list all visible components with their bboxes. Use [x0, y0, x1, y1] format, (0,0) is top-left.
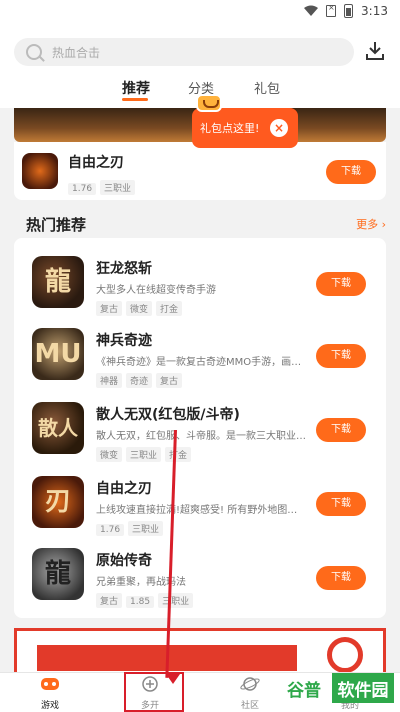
tooltip-text: 礼包点这里!	[200, 122, 260, 135]
tag: 微变	[126, 301, 153, 316]
app-desc: 散人无双，红包服、斗帝服。是一款三大职业…	[96, 431, 306, 442]
app-icon[interactable]: 龍	[32, 256, 84, 308]
tab-gift[interactable]: 礼包	[254, 78, 280, 97]
nav-community[interactable]: 社区	[220, 675, 280, 711]
app-icon-glyph: MU	[34, 339, 82, 369]
app-desc: 大型多人在线超变传奇手游	[96, 285, 216, 296]
app-name[interactable]: 狂龙怒斩	[96, 258, 152, 278]
battery-icon	[344, 4, 354, 18]
download-button[interactable]: 下载	[316, 344, 366, 368]
watermark-logo: 谷普 软件园	[276, 672, 394, 704]
tag: 神器	[96, 373, 123, 388]
tag: 打金	[165, 447, 192, 462]
top-app-download-button[interactable]: 下载	[326, 160, 376, 184]
tag: 三职业	[126, 447, 162, 462]
app-name[interactable]: 神兵奇迹	[96, 330, 152, 350]
tab-indicator	[122, 98, 148, 101]
nav-label: 社区	[240, 701, 259, 711]
top-app-tags: 1.76 三职业	[68, 176, 139, 195]
tag: 复古	[96, 593, 123, 608]
app-icon-glyph: 刃	[44, 487, 71, 517]
tag: 1.76	[68, 183, 97, 195]
tag: 微变	[96, 447, 123, 462]
gift-tooltip[interactable]: 礼包点这里! ×	[192, 102, 298, 148]
app-icon-glyph: 龍	[44, 267, 71, 297]
ad-logo	[327, 637, 363, 673]
download-button[interactable]: 下载	[316, 272, 366, 296]
annotation-highlight-box	[124, 672, 184, 712]
nav-label: 游戏	[40, 701, 59, 711]
app-tags: 复古 微变 打金	[96, 297, 186, 316]
search-placeholder: 热血合击	[52, 45, 101, 60]
search-input[interactable]: 热血合击	[14, 38, 354, 66]
tag: 三职业	[128, 521, 164, 536]
download-button[interactable]: 下载	[316, 492, 366, 516]
app-desc: 上线攻速直接拉满!超爽感受! 所有野外地图…	[96, 505, 298, 516]
watermark-text-2: 软件园	[332, 673, 394, 703]
tag: 复古	[156, 373, 183, 388]
download-button[interactable]: 下载	[316, 418, 366, 442]
close-icon[interactable]: ×	[270, 119, 288, 137]
nav-games[interactable]: 游戏	[20, 675, 80, 711]
status-bar: 3:13	[0, 0, 400, 24]
app-icon[interactable]: MU	[32, 328, 84, 380]
app-desc: 兄弟重聚，再战玛法	[96, 577, 186, 588]
app-name[interactable]: 原始传奇	[96, 550, 152, 570]
app-icon[interactable]: 散人	[32, 402, 84, 454]
app-icon[interactable]: 龍	[32, 548, 84, 600]
top-app-icon[interactable]	[22, 153, 58, 189]
app-tags: 1.76 三职业	[96, 517, 167, 536]
more-link[interactable]: 更多 ›	[356, 216, 386, 232]
tag: 1.76	[96, 524, 125, 536]
download-manager-icon[interactable]	[364, 40, 386, 62]
app-tags: 微变 三职业 打金	[96, 443, 195, 462]
app-tags: 神器 奇迹 复古	[96, 369, 186, 388]
status-time: 3:13	[361, 4, 388, 18]
gift-icon	[196, 94, 222, 112]
app-icon[interactable]: 刃	[32, 476, 84, 528]
planet-icon	[240, 677, 260, 691]
status-icons: 3:13	[304, 3, 388, 18]
app-desc: 《神兵奇迹》是一款复古奇迹MMO手游，画面…	[96, 357, 306, 368]
tag: 三职业	[158, 593, 194, 608]
section-title: 热门推荐	[26, 216, 87, 234]
sim-icon	[326, 3, 337, 17]
search-icon	[26, 44, 42, 60]
app-tags: 复古 1.85 三职业	[96, 589, 197, 608]
top-app-name[interactable]: 自由之刃	[68, 152, 124, 172]
app-name[interactable]: 散人无双(红包版/斗帝)	[96, 404, 240, 424]
tag: 奇迹	[126, 373, 153, 388]
tag: 三职业	[100, 180, 136, 195]
tag: 复古	[96, 301, 123, 316]
tag: 打金	[156, 301, 183, 316]
download-button[interactable]: 下载	[316, 566, 366, 590]
ad-banner[interactable]	[14, 628, 386, 673]
app-icon-glyph: 散人	[38, 416, 78, 440]
tag: 1.85	[126, 596, 155, 608]
app-name[interactable]: 自由之刃	[96, 478, 152, 498]
app-icon-glyph: 龍	[44, 559, 71, 589]
wifi-icon	[304, 5, 319, 16]
tab-recommend[interactable]: 推荐	[122, 78, 150, 98]
watermark-text-1: 谷普	[276, 673, 332, 703]
gamepad-icon	[41, 678, 59, 690]
